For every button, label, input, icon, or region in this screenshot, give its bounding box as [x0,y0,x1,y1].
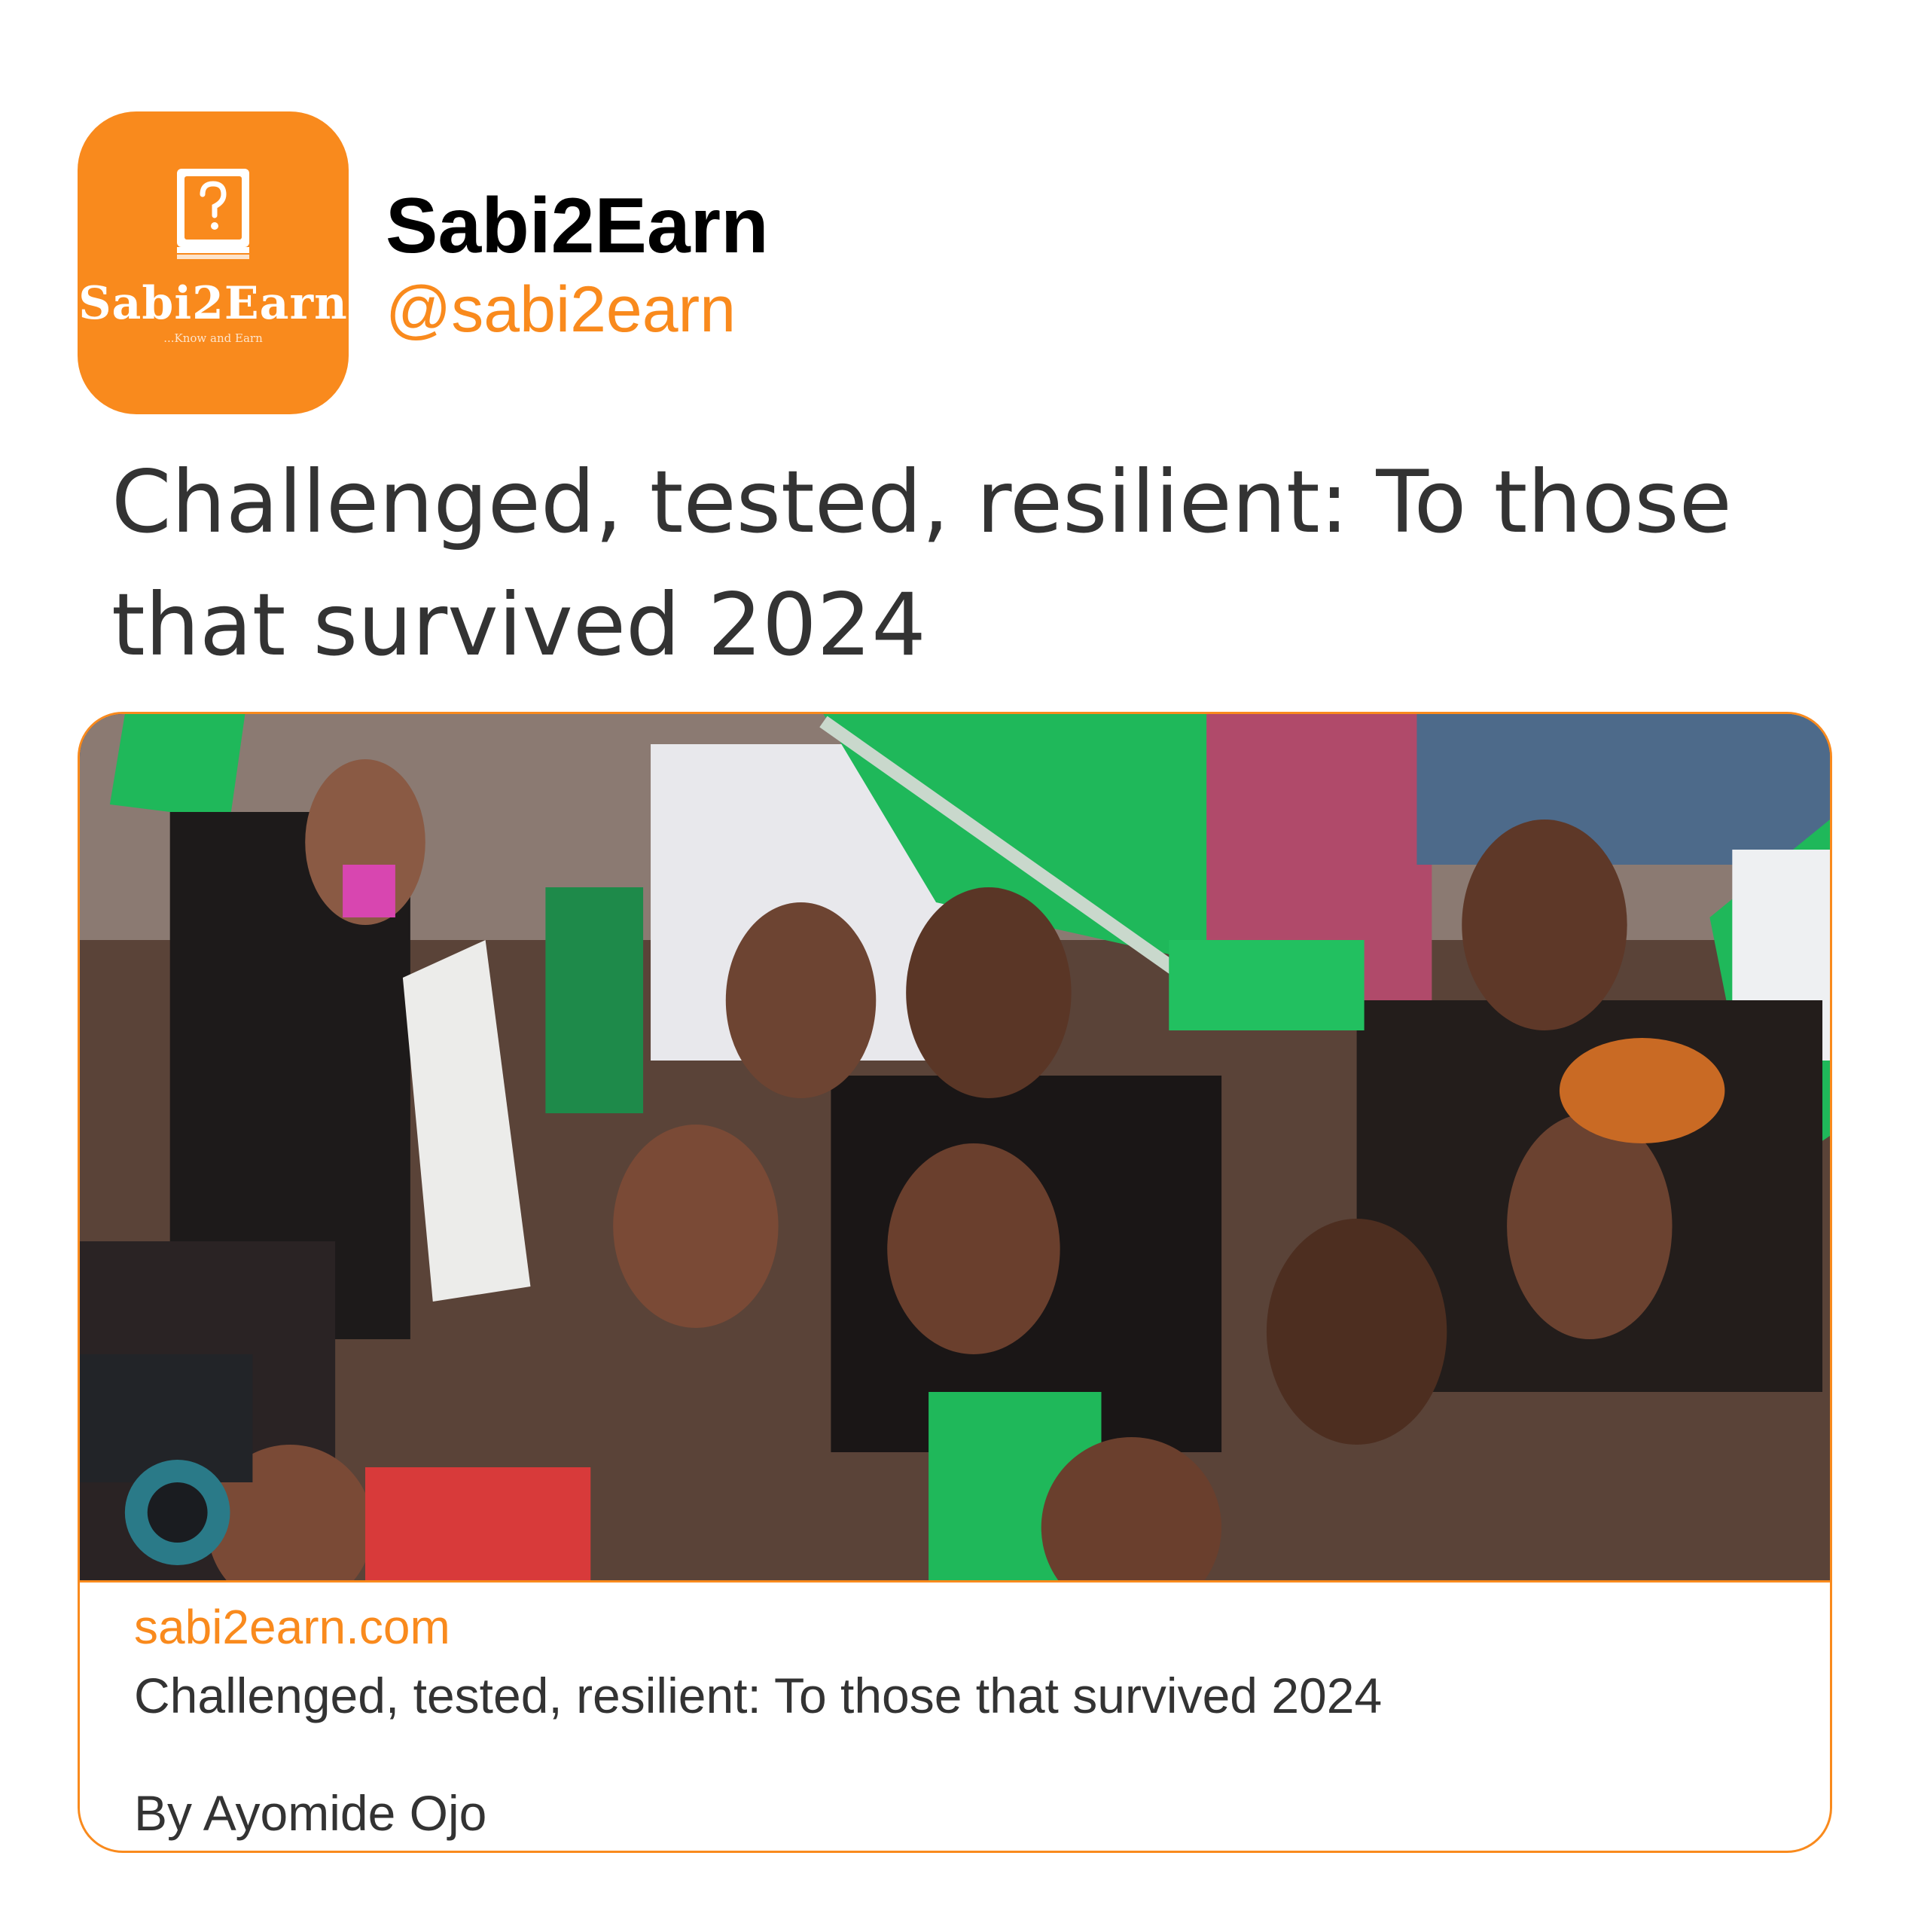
link-byline: By Ayomide Ojo [134,1785,487,1841]
avatar-logo-text: Sabi2Earn [78,277,348,330]
crowd-photo [80,714,1830,1580]
link-card[interactable]: sabi2earn.com Challenged, tested, resili… [78,712,1832,1853]
account-name[interactable]: Sabi2Earn [386,187,769,265]
link-title[interactable]: Challenged, tested, resilient: To those … [134,1671,1382,1720]
post-text: Challenged, tested, resilient: To those … [111,452,1732,675]
avatar-tagline: ...Know and Earn [163,331,263,345]
link-domain[interactable]: sabi2earn.com [134,1603,450,1651]
avatar[interactable]: Sabi2Earn ...Know and Earn [78,111,349,414]
article-photo[interactable] [80,714,1830,1583]
account-handle[interactable]: @sabi2earn [386,277,736,342]
book-question-icon [177,169,249,259]
